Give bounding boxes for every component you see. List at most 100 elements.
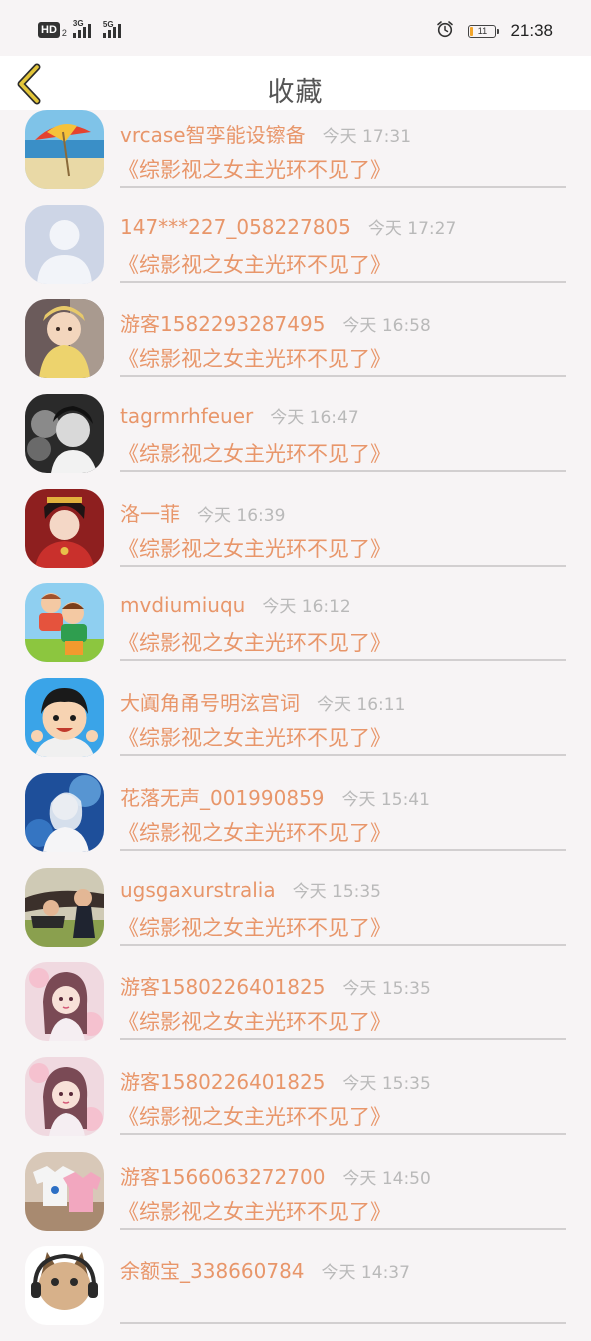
avatar[interactable]: [25, 110, 104, 189]
nav-bar: 收藏: [0, 56, 591, 110]
item-header: tagrmrhfeuer 今天 16:47: [120, 403, 359, 428]
user-name[interactable]: ugsgaxurstralia: [120, 878, 276, 902]
divider: [120, 943, 566, 946]
favorite-item[interactable]: 余额宝_338660784 今天 14:37: [0, 1246, 591, 1341]
avatar[interactable]: [25, 1151, 104, 1231]
alarm-icon: [436, 20, 454, 42]
item-header: 游客1580226401825 今天 15:35: [120, 1066, 431, 1095]
avatar[interactable]: [25, 299, 104, 379]
divider: [120, 1227, 566, 1230]
book-title[interactable]: 《综影视之女主光环不见了》: [118, 343, 391, 373]
user-name[interactable]: 游客1580226401825: [120, 971, 325, 1000]
avatar[interactable]: [25, 1056, 104, 1136]
favorite-item[interactable]: 游客1580226401825 今天 15:35 《综影视之女主光环不见了》: [0, 1056, 591, 1152]
hd-badge: HD: [38, 22, 60, 38]
page-title: 收藏: [267, 77, 324, 108]
divider: [120, 186, 566, 188]
monochrome-portrait-avatar: [25, 394, 104, 474]
network-type-1: 3G: [72, 19, 84, 28]
favorite-item[interactable]: tagrmrhfeuer 今天 16:47 《综影视之女主光环不见了》: [0, 394, 591, 489]
user-name[interactable]: 游客1582293287495: [120, 308, 325, 337]
divider: [120, 659, 566, 662]
favorite-item[interactable]: 大阗角甬号明泫宫词 今天 16:11 《综影视之女主光环不见了》: [0, 678, 591, 773]
avatar[interactable]: [25, 394, 104, 474]
item-header: 游客1566063272700 今天 14:50: [120, 1161, 431, 1190]
divider: [120, 470, 566, 473]
avatar[interactable]: [25, 772, 104, 852]
network-type-2: 5G: [102, 20, 114, 29]
favorites-list: vrcase智孪能设镲备 今天 17:31 《综影视之女主光环不见了》 147***…: [0, 110, 591, 1341]
favorite-item[interactable]: mvdiumiuqu 今天 16:12 《综影视之女主光环不见了》: [0, 583, 591, 678]
book-title[interactable]: 《综影视之女主光环不见了》: [118, 1006, 391, 1036]
timestamp: 今天 16:39: [197, 505, 286, 526]
favorite-item[interactable]: 游客1580226401825 今天 15:35 《综影视之女主光环不见了》: [0, 962, 591, 1057]
divider: [120, 1038, 566, 1041]
avatar[interactable]: [25, 583, 104, 663]
item-header: 花落无声_001990859 今天 15:41: [120, 782, 430, 811]
divider: [120, 1322, 566, 1325]
beach-umbrella-avatar: [25, 110, 104, 189]
favorite-item[interactable]: 147***227_058227805 今天 17:27 《综影视之女主光环不见了》: [0, 204, 591, 300]
item-header: mvdiumiuqu 今天 16:12: [120, 592, 351, 617]
favorite-item[interactable]: 花落无声_001990859 今天 15:41 《综影视之女主光环不见了》: [0, 772, 591, 868]
divider: [120, 754, 566, 757]
avatar[interactable]: [25, 204, 104, 284]
book-title[interactable]: 《综影视之女主光环不见了》: [118, 1101, 391, 1131]
user-name[interactable]: 洛一菲: [120, 498, 180, 527]
sim-index: 2: [61, 28, 67, 38]
anime-girl-avatar: [25, 962, 104, 1042]
book-title[interactable]: 《综影视之女主光环不见了》: [118, 817, 391, 847]
book-title[interactable]: 《综影视之女主光环不见了》: [118, 438, 391, 468]
favorite-item[interactable]: ugsgaxurstralia 今天 15:35 《综影视之女主光环不见了》: [0, 867, 591, 963]
avatar[interactable]: [25, 1246, 104, 1326]
book-title[interactable]: 《综影视之女主光环不见了》: [118, 154, 391, 184]
default-user-avatar: [25, 204, 104, 284]
user-name[interactable]: mvdiumiuqu: [120, 593, 245, 617]
user-name[interactable]: 游客1566063272700: [120, 1161, 325, 1190]
avatar[interactable]: [25, 488, 104, 568]
user-name[interactable]: 游客1580226401825: [120, 1066, 325, 1095]
item-header: 游客1582293287495 今天 16:58: [120, 308, 431, 337]
timestamp: 今天 14:50: [342, 1168, 431, 1189]
book-title[interactable]: 《综影视之女主光环不见了》: [118, 249, 391, 279]
divider: [120, 280, 566, 283]
timestamp: 今天 16:12: [262, 597, 351, 618]
avatar[interactable]: [25, 962, 104, 1042]
cartoon-kids-avatar: [25, 583, 104, 663]
clock: 21:38: [510, 21, 553, 40]
user-name[interactable]: 147***227_058227805: [120, 215, 351, 239]
cat-headphones-avatar: [25, 1246, 104, 1326]
book-title[interactable]: 《综影视之女主光环不见了》: [118, 722, 391, 752]
divider: [120, 564, 566, 567]
favorite-item[interactable]: 游客1566063272700 今天 14:50 《综影视之女主光环不见了》: [0, 1151, 591, 1247]
user-name[interactable]: vrcase智孪能设镲备: [120, 119, 306, 148]
timestamp: 今天 15:35: [292, 881, 381, 902]
item-header: ugsgaxurstralia 今天 15:35: [120, 877, 381, 902]
favorite-item[interactable]: 洛一菲 今天 16:39 《综影视之女主光环不见了》: [0, 488, 591, 584]
user-name[interactable]: 花落无声_001990859: [120, 782, 325, 811]
book-title[interactable]: 《综影视之女主光环不见了》: [118, 533, 391, 563]
item-header: vrcase智孪能设镲备 今天 17:31: [120, 119, 411, 148]
timestamp: 今天 17:27: [367, 218, 457, 239]
item-header: 游客1580226401825 今天 15:35: [120, 971, 431, 1000]
avatar[interactable]: [25, 678, 104, 758]
signal-icon: 3G: [72, 19, 91, 38]
avatar[interactable]: [25, 867, 104, 947]
favorite-item[interactable]: 游客1582293287495 今天 16:58 《综影视之女主光环不见了》: [0, 299, 591, 394]
couple-photo-avatar: [25, 867, 104, 947]
divider: [120, 375, 566, 378]
book-title[interactable]: 《综影视之女主光环不见了》: [118, 1196, 391, 1226]
user-name[interactable]: tagrmrhfeuer: [120, 404, 253, 428]
user-name[interactable]: 大阗角甬号明泫宫词: [120, 687, 300, 716]
system-indicators: 11 21:38: [436, 20, 553, 42]
item-header: 大阗角甬号明泫宫词 今天 16:11: [120, 687, 405, 716]
favorite-item[interactable]: vrcase智孪能设镲备 今天 17:31 《综影视之女主光环不见了》: [0, 110, 591, 205]
timestamp: 今天 15:35: [342, 1073, 431, 1094]
book-title[interactable]: 《综影视之女主光环不见了》: [118, 912, 391, 942]
book-title[interactable]: 《综影视之女主光环不见了》: [118, 627, 391, 657]
anime-girl-avatar: [25, 1056, 104, 1136]
divider: [120, 1132, 566, 1135]
shirts-photo-avatar: [25, 1151, 104, 1231]
timestamp: 今天 15:41: [341, 789, 430, 810]
battery-icon: 11: [468, 24, 500, 38]
